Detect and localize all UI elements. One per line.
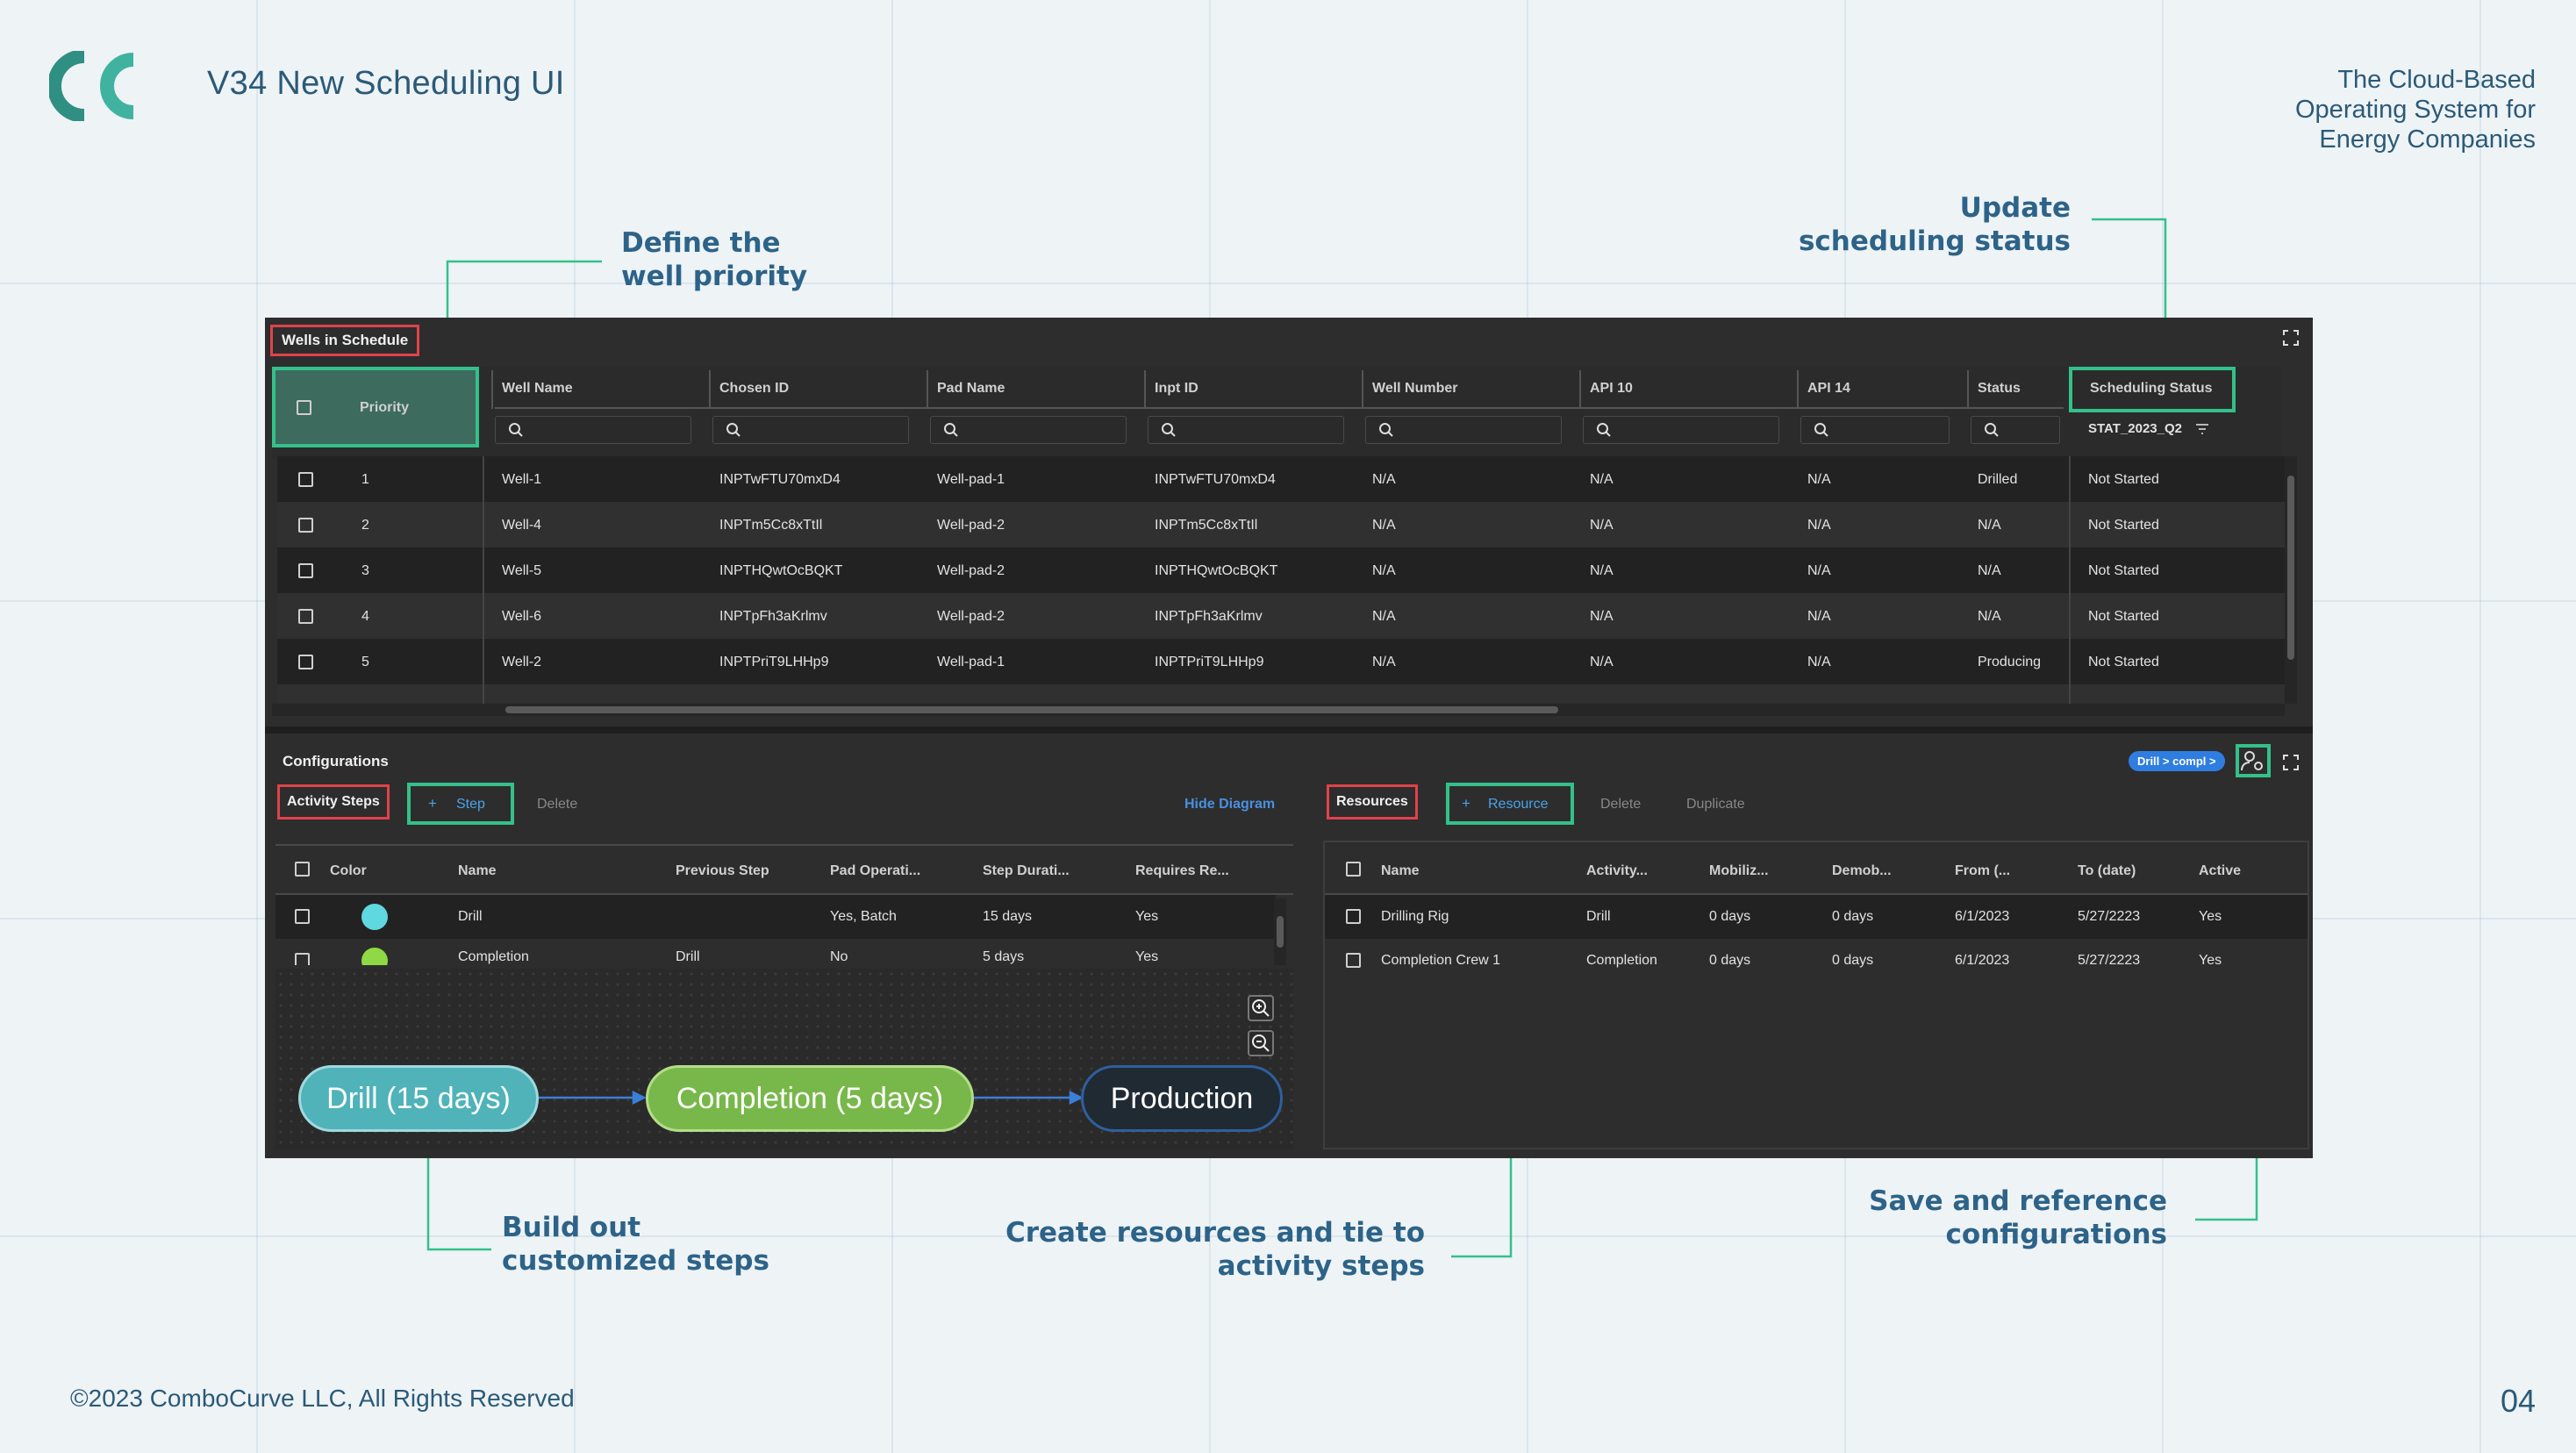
- resource-name-cell: Drilling Rig: [1381, 909, 1449, 924]
- diagram-node-production[interactable]: Production: [1081, 1065, 1283, 1132]
- add-resource-button[interactable]: + Resource: [1446, 783, 1574, 825]
- callout-steps: Build out customized steps: [502, 1212, 769, 1277]
- well-number-cell: N/A: [1372, 563, 1396, 578]
- callout-configs: Save and reference configurations: [1869, 1185, 2167, 1250]
- callout-resources: Create resources and tie to activity step…: [1005, 1217, 1425, 1282]
- diagram-arrows: [539, 1090, 1084, 1106]
- resource-activity-cell: Completion: [1586, 953, 1657, 968]
- diagram-node-completion[interactable]: Completion (5 days): [646, 1065, 974, 1132]
- row-checkbox[interactable]: [1346, 953, 1361, 968]
- save-configuration-button[interactable]: [2236, 744, 2271, 777]
- resource-demob-cell: 0 days: [1832, 953, 1874, 968]
- expand-icon[interactable]: [2283, 755, 2299, 770]
- resource-from-cell: 6/1/2023: [1955, 909, 2010, 924]
- row-checkbox[interactable]: [1346, 909, 1361, 924]
- resource-to-cell: 5/27/2223: [2078, 909, 2141, 924]
- resource-name-cell: Completion Crew 1: [1381, 953, 1501, 968]
- scheduling-status-cell[interactable]: Not Started: [2088, 518, 2159, 533]
- resource-mobilization-cell: 0 days: [1709, 953, 1751, 968]
- status-cell: N/A: [1978, 563, 2001, 578]
- scheduling-status-cell[interactable]: Not Started: [2088, 472, 2159, 488]
- col-mobilization[interactable]: Mobiliz...: [1709, 863, 1769, 879]
- api10-cell: N/A: [1590, 563, 1614, 578]
- col-activity[interactable]: Activity...: [1586, 863, 1648, 879]
- filter-icon[interactable]: [2193, 419, 2211, 437]
- resource-to-cell: 5/27/2223: [2078, 953, 2141, 968]
- callout-status: Update scheduling status: [1798, 192, 2071, 257]
- select-all-resources-checkbox[interactable]: [1346, 862, 1361, 877]
- expand-icon[interactable]: [2283, 330, 2299, 346]
- scheduling-filter-value[interactable]: STAT_2023_Q2: [2088, 421, 2182, 436]
- slide-title: V34 New Scheduling UI: [207, 65, 565, 102]
- scheduling-status-cell[interactable]: Not Started: [2088, 609, 2159, 625]
- col-to-date[interactable]: To (date): [2078, 863, 2136, 879]
- resource-active-cell: Yes: [2199, 953, 2222, 968]
- search-icon: [1379, 423, 1393, 437]
- plus-icon: +: [1462, 795, 1470, 812]
- search-icon: [1985, 423, 1999, 437]
- config-badge[interactable]: Drill > compl >: [2129, 751, 2225, 771]
- filter-api10[interactable]: [1583, 416, 1779, 444]
- resources-tab[interactable]: Resources: [1327, 784, 1418, 820]
- tagline: The Cloud-Based Operating System for Ene…: [2295, 66, 2536, 154]
- resource-demob-cell: 0 days: [1832, 909, 1874, 924]
- diagram-node-drill[interactable]: Drill (15 days): [298, 1065, 539, 1132]
- api10-cell: N/A: [1590, 609, 1614, 624]
- col-demobilization[interactable]: Demob...: [1832, 863, 1892, 879]
- api10-cell: N/A: [1590, 472, 1614, 487]
- status-cell: Producing: [1978, 655, 2042, 669]
- scheduling-status-cell[interactable]: Not Started: [2088, 563, 2159, 579]
- api10-cell: N/A: [1590, 518, 1614, 533]
- api10-cell: N/A: [1590, 655, 1614, 669]
- api14-cell: N/A: [1807, 655, 1831, 669]
- col-api14[interactable]: API 14: [1807, 381, 1850, 397]
- resources-table-frame: [1323, 841, 2309, 1149]
- status-cell: N/A: [1978, 609, 2001, 624]
- user-settings-icon: [2241, 751, 2263, 771]
- search-icon: [1814, 423, 1828, 437]
- page-number: 04: [2500, 1383, 2536, 1419]
- col-api10[interactable]: API 10: [1590, 381, 1633, 397]
- well-number-cell: N/A: [1372, 518, 1396, 533]
- well-number-cell: N/A: [1372, 472, 1396, 487]
- col-well-number[interactable]: Well Number: [1372, 381, 1458, 397]
- col-status[interactable]: Status: [1978, 381, 2021, 397]
- filter-status[interactable]: [1971, 416, 2060, 444]
- copyright-footer: ©2023 ComboCurve LLC, All Rights Reserve…: [70, 1385, 575, 1412]
- resource-from-cell: 6/1/2023: [1955, 953, 2010, 968]
- callout-priority: Define the well priority: [621, 227, 808, 292]
- api14-cell: N/A: [1807, 609, 1831, 624]
- resource-row[interactable]: Completion Crew 1 Completion 0 days 0 da…: [1325, 939, 2308, 983]
- resource-row[interactable]: Drilling Rig Drill 0 days 0 days 6/1/202…: [1325, 895, 2308, 939]
- status-cell: N/A: [1978, 518, 2001, 533]
- duplicate-resource-button[interactable]: Duplicate: [1686, 797, 1745, 812]
- delete-resource-button[interactable]: Delete: [1600, 797, 1641, 812]
- col-resource-name[interactable]: Name: [1381, 863, 1420, 879]
- scheduling-status-header[interactable]: Scheduling Status: [2069, 367, 2236, 412]
- well-number-cell: N/A: [1372, 609, 1396, 624]
- search-icon: [1597, 423, 1611, 437]
- api14-cell: N/A: [1807, 518, 1831, 533]
- api14-cell: N/A: [1807, 472, 1831, 487]
- app-screenshot: Wells in Schedule Priority Well Name Cho…: [265, 318, 2313, 1158]
- resource-activity-cell: Drill: [1586, 909, 1611, 924]
- status-cell: Drilled: [1978, 472, 2018, 487]
- resource-mobilization-cell: 0 days: [1709, 909, 1751, 924]
- vertical-scrollbar[interactable]: [2285, 456, 2297, 704]
- filter-well-number[interactable]: [1365, 416, 1562, 444]
- combocurve-logo: [49, 51, 134, 121]
- well-number-cell: N/A: [1372, 655, 1396, 669]
- api14-cell: N/A: [1807, 563, 1831, 578]
- filter-api14[interactable]: [1800, 416, 1950, 444]
- col-from-date[interactable]: From (...: [1955, 863, 2010, 879]
- col-active[interactable]: Active: [2199, 863, 2241, 879]
- resource-active-cell: Yes: [2199, 909, 2222, 924]
- scheduling-status-cell[interactable]: Not Started: [2088, 655, 2159, 670]
